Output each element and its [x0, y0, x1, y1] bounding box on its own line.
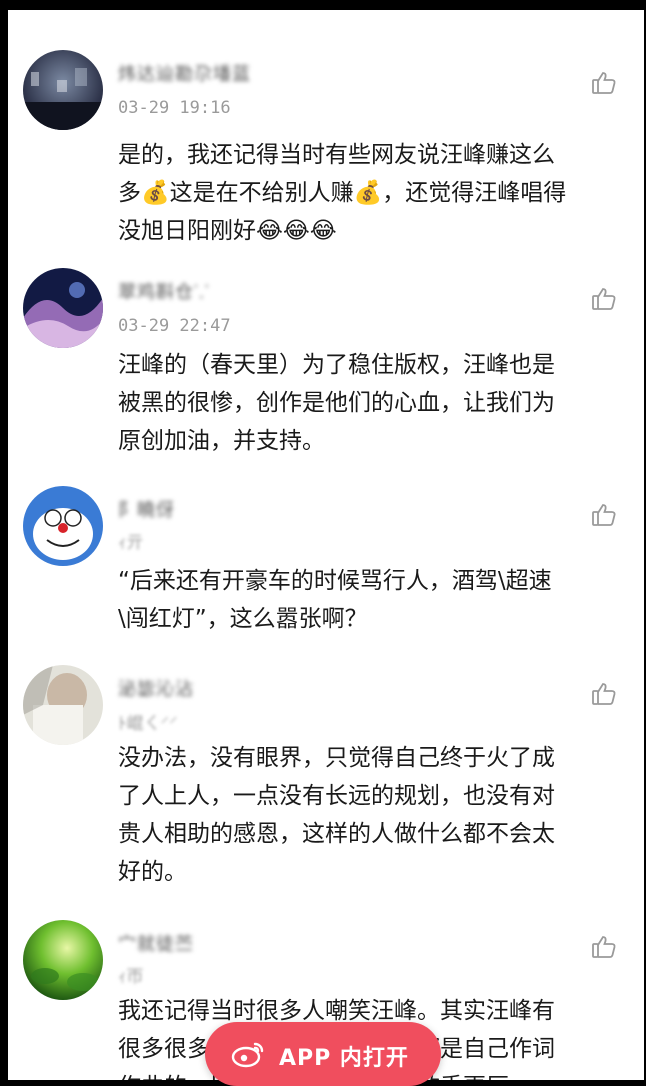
username[interactable]: 宀就徒苎 — [118, 930, 278, 956]
comment-line: 没办法，没有眼界，只觉得自己终于火了成 — [118, 745, 555, 771]
comment-line: 没旭日阳刚好😂😂😂 — [118, 218, 337, 244]
comment-line: 了人上人，一点没有长远的规划，也没有对 — [118, 783, 555, 809]
timestamp: ﾄ崐ㄑ⸍⸍ — [118, 714, 178, 734]
open-in-app-label: APP 内打开 — [279, 1046, 409, 1071]
comment-line: 贵人相助的感恩，这样的人做什么都不会太 — [118, 821, 555, 847]
like-icon[interactable] — [591, 934, 617, 960]
username[interactable]: 翠鸡斟仓⸪ — [118, 278, 278, 304]
avatar[interactable] — [23, 920, 103, 1000]
comment-text: “后来还有开豪车的时候骂行人，酒驾\超速 \闯红灯”，这么嚣张啊？ — [118, 562, 630, 638]
username[interactable]: 炜达辿勘尕墦蓝 — [118, 60, 278, 86]
username[interactable]: 阝曉伢 — [118, 496, 278, 522]
timestamp: ｨ帀 — [118, 967, 144, 987]
avatar[interactable] — [23, 50, 103, 130]
timestamp: 03-29 22:47 — [118, 316, 231, 336]
comment-feed: 炜达辿勘尕墦蓝 03-29 19:16 是的，我还记得当时有些网友说汪峰赚这么 … — [8, 10, 644, 1080]
like-icon[interactable] — [591, 681, 617, 707]
like-icon[interactable] — [591, 70, 617, 96]
comment-text: 没办法，没有眼界，只觉得自己终于火了成 了人上人，一点没有长远的规划，也没有对 … — [118, 739, 630, 891]
avatar[interactable] — [23, 268, 103, 348]
comment-line: 多💰这是在不给别人赚💰，还觉得汪峰唱得 — [118, 180, 567, 206]
like-icon[interactable] — [591, 502, 617, 528]
comment-line: 汪峰的（春天里）为了稳住版权，汪峰也是 — [118, 352, 555, 378]
comment-line: \闯红灯”，这么嚣张啊？ — [118, 606, 368, 632]
weibo-logo-icon — [231, 1040, 265, 1068]
comment-text: 汪峰的（春天里）为了稳住版权，汪峰也是 被黑的很惨，创作是他们的心血，让我们为 … — [118, 346, 630, 460]
username[interactable]: 泌毖沁沾 — [118, 675, 278, 701]
open-in-app-button[interactable]: APP 内打开 — [205, 1022, 441, 1086]
avatar[interactable] — [23, 665, 103, 745]
comment-line: 被黑的很惨，创作是他们的心血，让我们为 — [118, 390, 555, 416]
comment-line: “后来还有开豪车的时候骂行人，酒驾\超速 — [118, 568, 552, 594]
comment-line: 原创加油，并支持。 — [118, 428, 325, 454]
avatar[interactable] — [23, 486, 103, 566]
comment-line: 好的。 — [118, 859, 187, 885]
timestamp: ｨ亓 — [118, 533, 144, 553]
comment-text: 是的，我还记得当时有些网友说汪峰赚这么 多💰这是在不给别人赚💰，还觉得汪峰唱得 … — [118, 136, 630, 250]
like-icon[interactable] — [591, 286, 617, 312]
timestamp: 03-29 19:16 — [118, 98, 231, 118]
comment-line: 是的，我还记得当时有些网友说汪峰赚这么 — [118, 142, 555, 168]
